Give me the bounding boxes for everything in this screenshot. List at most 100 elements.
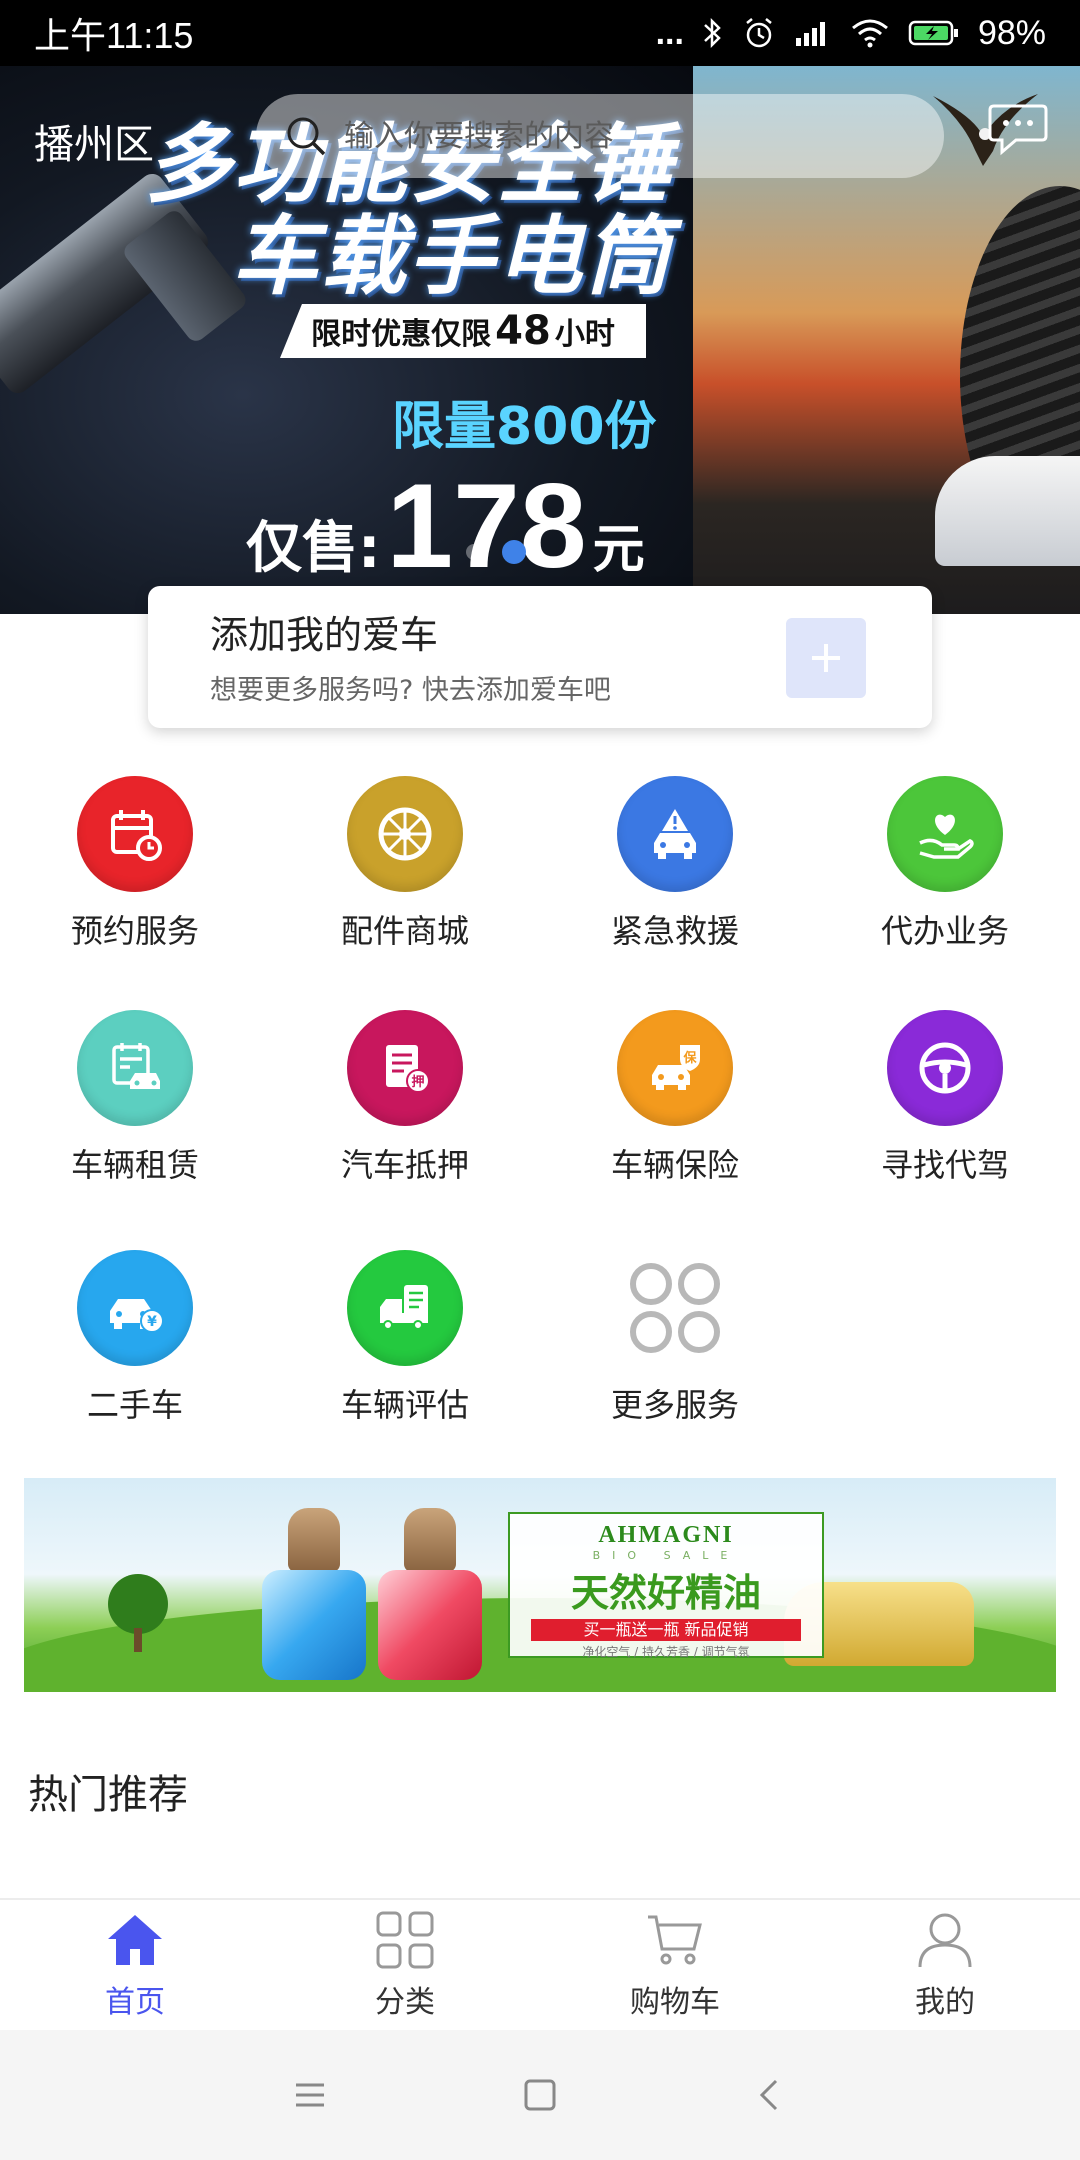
add-car-button[interactable] [786,618,866,698]
service-label: 汽车抵押 [340,1146,469,1184]
sports-car-image [935,456,1080,566]
svg-text:¥: ¥ [147,1314,157,1330]
wifi-icon [851,19,888,48]
hero-price-value: 178 [386,459,587,593]
system-navigation-bar [0,2030,1080,2160]
tab-profile[interactable]: 我的 [810,1900,1080,2030]
wheel-icon [347,776,463,892]
promo-banner[interactable]: AHMAGNI BIO SALE 天然好精油 买一瓶送一瓶 新品促销 净化空气 … [24,1478,1056,1692]
service-used-car[interactable]: ¥ 二手车 [0,1250,270,1426]
promo-strip: 买一瓶送一瓶 新品促销 [531,1619,801,1641]
svg-text:保: 保 [682,1050,697,1066]
truck-clipboard-icon [347,1250,463,1366]
hero-title-line2: 车载手电筒 [232,207,672,307]
hero-price: 仅售: 178 元 [246,466,645,586]
calendar-clock-icon [77,776,193,892]
carousel-dot[interactable] [466,544,482,560]
service-emergency-rescue[interactable]: 紧急救援 [540,776,810,952]
promo-tree [108,1574,168,1634]
service-agency[interactable]: 代办业务 [810,776,1080,952]
hero-tag-suffix: 小时 [554,317,615,352]
menu-icon[interactable] [290,2075,330,2115]
promo-title: 天然好精油 [570,1570,761,1615]
bottle-cap [288,1508,340,1572]
tab-home[interactable]: 首页 [0,1900,270,2030]
plus-icon [812,644,840,672]
cart-icon [648,1915,702,1965]
car-calendar-icon [77,1010,193,1126]
hero-price-label: 仅售: [246,516,381,581]
service-label: 车辆租赁 [70,1146,199,1184]
battery-icon [908,20,958,46]
service-rental[interactable]: 车辆租赁 [0,1010,270,1186]
status-icons: ... 98% [656,14,1046,53]
bluetooth-icon [704,17,721,49]
category-grid-icon [376,1911,434,1969]
tab-cart[interactable]: 购物车 [540,1900,810,2030]
carousel-dot-active[interactable] [502,540,526,564]
promo-tree-trunk [134,1628,142,1652]
search-bar[interactable] [256,94,944,178]
home-square-icon[interactable] [520,2075,560,2115]
add-car-card[interactable]: 添加我的爱车 想要更多服务吗? 快去添加爱车吧 [148,586,932,728]
perfume-bottle-blue [262,1570,366,1680]
promo-label-box: AHMAGNI BIO SALE 天然好精油 买一瓶送一瓶 新品促销 净化空气 … [508,1512,824,1659]
hand-heart-icon [887,776,1003,892]
service-label: 配件商城 [340,912,469,950]
promo-note: 净化空气 / 持久芳香 / 调节气氛 [582,1645,750,1659]
hero-price-unit: 元 [592,520,645,580]
bottom-tab-bar: 首页 分类 购物车 我的 [0,1898,1080,2030]
service-evaluation[interactable]: 车辆评估 [270,1250,540,1426]
service-designated-driver[interactable]: 寻找代驾 [810,1010,1080,1186]
back-icon[interactable] [750,2075,790,2115]
service-more[interactable]: 更多服务 [540,1250,810,1426]
hero-tag-hours: 48 [495,308,551,354]
svg-text:押: 押 [411,1074,424,1090]
message-button[interactable] [986,98,1050,162]
car-warning-icon [617,776,733,892]
add-car-title: 添加我的爱车 [210,613,439,657]
service-appointment[interactable]: 预约服务 [0,776,270,952]
promo-sub-en: BIO SALE [592,1549,740,1562]
battery-level: 98% [977,13,1046,52]
service-mortgage[interactable]: 押 汽车抵押 [270,1010,540,1186]
service-label: 紧急救援 [610,912,739,950]
cell-signal-icon [795,22,825,46]
tab-label: 购物车 [630,1985,720,2020]
carousel-indicator [466,540,526,564]
add-car-subtitle: 想要更多服务吗? 快去添加爱车吧 [210,675,611,706]
perfume-bottle-red [378,1570,482,1680]
section-title: 热门推荐 [28,1772,188,1818]
status-time: 上午11:15 [34,15,194,56]
service-label: 寻找代驾 [880,1146,1009,1184]
car-insurance-icon: 保 [617,1010,733,1126]
service-insurance[interactable]: 保 车辆保险 [540,1010,810,1186]
tab-category[interactable]: 分类 [270,1900,540,2030]
search-input[interactable] [344,118,904,154]
mortgage-doc-icon: 押 [347,1010,463,1126]
service-label: 更多服务 [610,1386,739,1424]
alarm-icon [746,18,772,48]
chat-bubble-icon [988,104,1048,156]
service-label: 车辆保险 [610,1146,739,1184]
service-label: 车辆评估 [340,1386,469,1424]
tab-label: 首页 [105,1985,165,2020]
user-icon [918,1913,972,1968]
more-grid-icon [617,1250,733,1366]
car-yen-icon: ¥ [77,1250,193,1366]
hero-tag-prefix: 限时优惠仅限 [311,317,492,352]
service-label: 代办业务 [880,912,1009,950]
steering-wheel-icon [887,1010,1003,1126]
service-parts-mall[interactable]: 配件商城 [270,776,540,952]
service-label: 预约服务 [70,912,199,950]
tab-label: 分类 [375,1985,435,2020]
promo-brand: AHMAGNI [598,1522,734,1548]
hero-limit: 限量800份 [392,397,657,457]
service-label: 二手车 [86,1386,183,1424]
signal-dots: ... [655,13,684,52]
hero-time-tag: 限时优惠仅限 48 小时 [280,304,646,358]
bottle-cap [404,1508,456,1572]
search-icon [287,117,326,156]
location-selector[interactable]: 播州区 [34,112,154,170]
status-bar: 上午11:15 ... 98% [0,0,1080,66]
